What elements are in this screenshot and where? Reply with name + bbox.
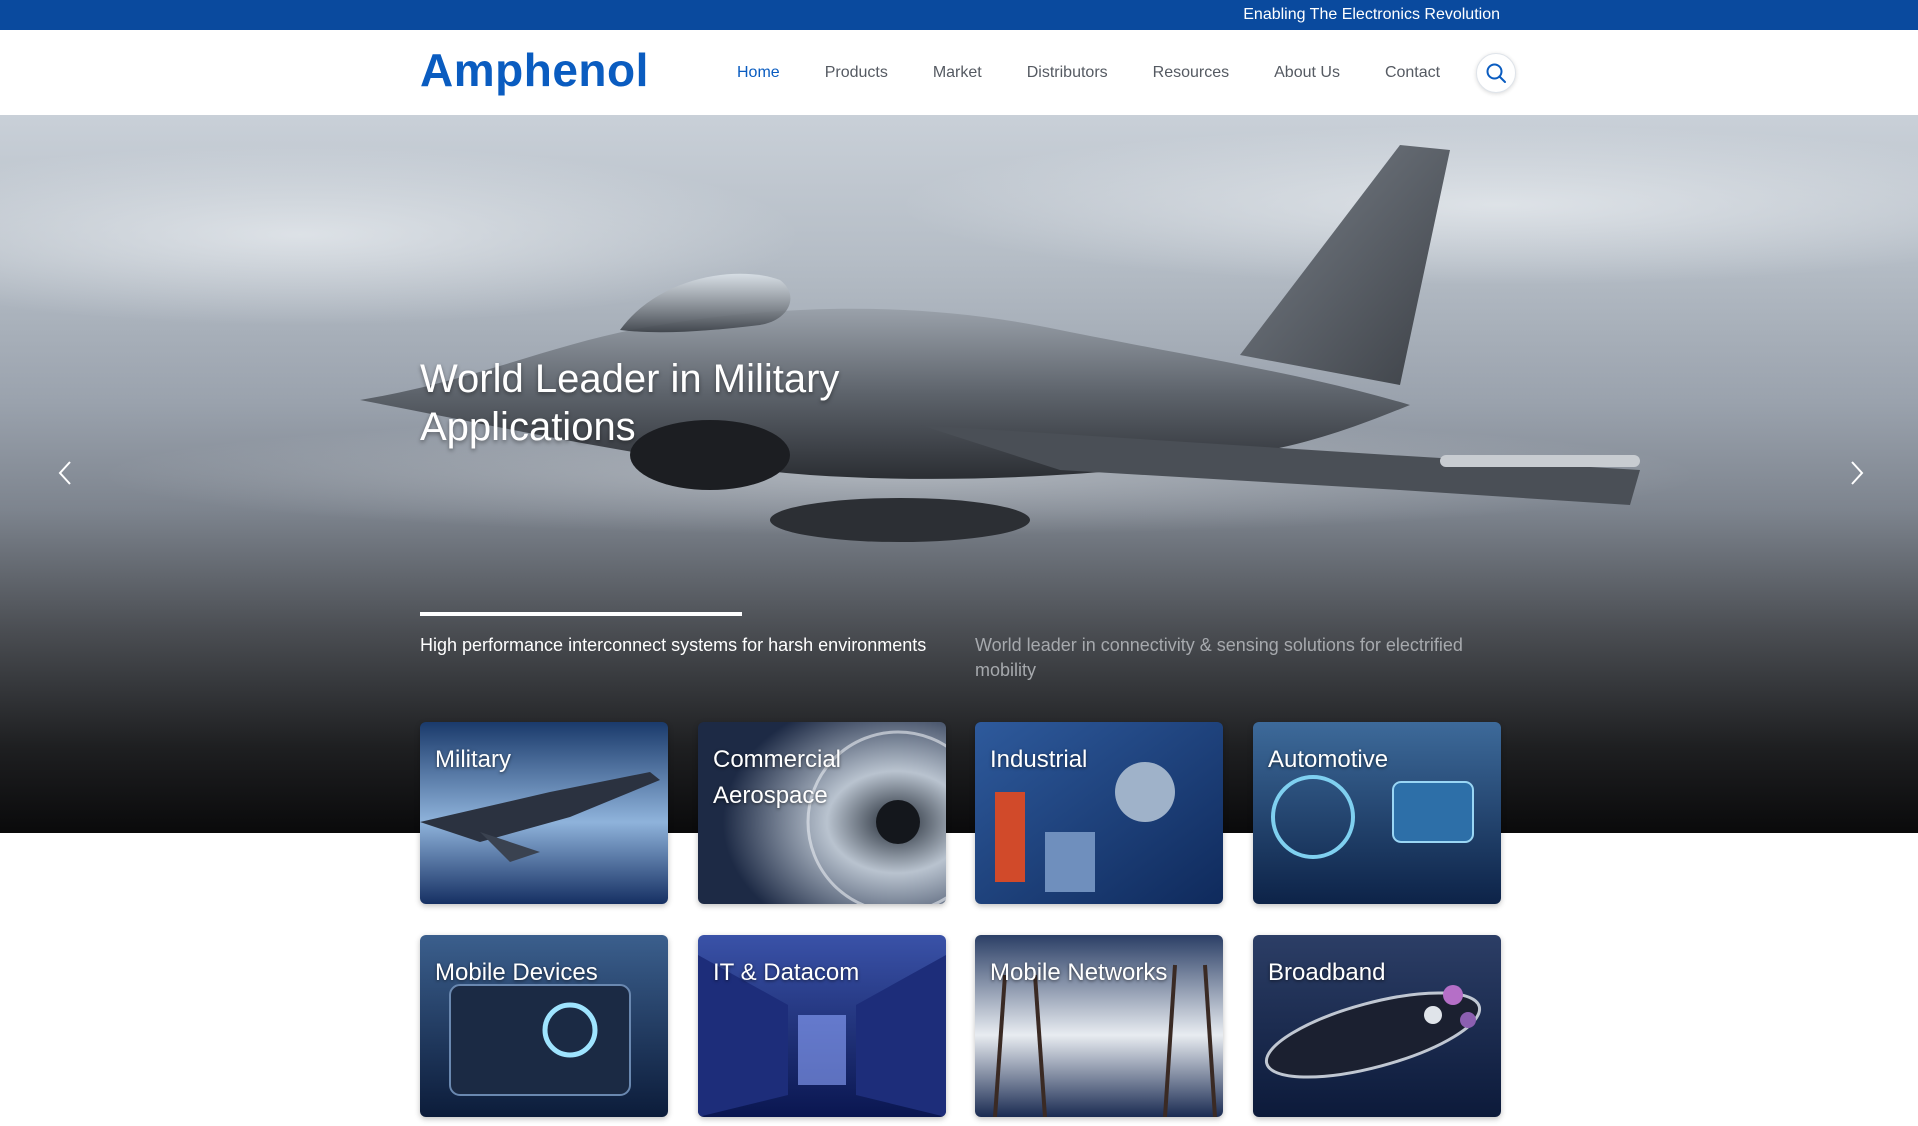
slide-caption-2[interactable]: World leader in connectivity & sensing s…: [975, 633, 1495, 683]
market-tile-broadband[interactable]: Broadband: [1253, 935, 1501, 1117]
market-tile-mobile-networks[interactable]: Mobile Networks: [975, 935, 1223, 1117]
slide-caption-1[interactable]: High performance interconnect systems fo…: [420, 633, 940, 658]
market-label: Automotive: [1268, 746, 1389, 773]
market-label: Mobile Devices: [435, 959, 598, 986]
nav-distributors[interactable]: Distributors: [1027, 64, 1108, 82]
search-button[interactable]: [1476, 53, 1516, 93]
tagline: Enabling The Electronics Revolution: [1243, 6, 1500, 23]
chevron-left-icon: [58, 461, 71, 485]
amphenol-logo[interactable]: Amphenol: [420, 43, 649, 97]
main-nav: Home Products Market Distributors Resour…: [737, 30, 1485, 115]
market-tile-military[interactable]: Military: [420, 722, 668, 904]
nav-contact[interactable]: Contact: [1385, 64, 1440, 82]
carousel-next-button[interactable]: [1842, 453, 1872, 493]
nav-market[interactable]: Market: [933, 64, 982, 82]
market-label: Mobile Networks: [990, 959, 1168, 986]
market-tile-automotive[interactable]: Automotive: [1253, 722, 1501, 904]
search-icon: [1486, 63, 1506, 83]
chevron-right-icon: [1851, 461, 1864, 485]
market-tile-mobile-devices[interactable]: Mobile Devices: [420, 935, 668, 1117]
market-label: Industrial: [990, 746, 1088, 773]
nav-products[interactable]: Products: [825, 64, 888, 82]
market-tile-industrial[interactable]: Industrial: [975, 722, 1223, 904]
nav-resources[interactable]: Resources: [1153, 64, 1229, 82]
top-banner: Enabling The Electronics Revolution: [0, 0, 1918, 30]
hero-title: World Leader in Military Applications: [420, 357, 840, 449]
site-header: Amphenol Home Products Market Distributo…: [0, 30, 1918, 115]
market-label: Military: [435, 746, 511, 773]
nav-about-us[interactable]: About Us: [1274, 64, 1340, 82]
carousel-prev-button[interactable]: [50, 453, 80, 493]
market-tile-commercial-aerospace[interactable]: Commercial Aerospace: [698, 722, 946, 904]
market-tile-it-datacom[interactable]: IT & Datacom: [698, 935, 946, 1117]
nav-home[interactable]: Home: [737, 64, 780, 82]
market-label: Broadband: [1268, 959, 1386, 986]
slide-progress-bar: [420, 612, 742, 616]
market-label: IT & Datacom: [713, 959, 860, 986]
market-label: Commercial Aerospace: [713, 746, 842, 809]
hero-carousel: World Leader in Military Applications Hi…: [0, 115, 1918, 833]
